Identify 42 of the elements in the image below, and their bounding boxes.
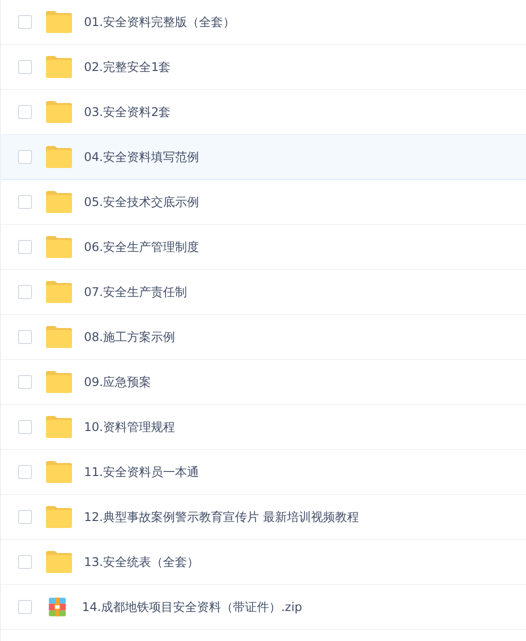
folder-icon	[46, 281, 72, 303]
file-name[interactable]: 07.安全生产责任制	[84, 284, 188, 300]
folder-icon	[46, 191, 72, 213]
checkbox[interactable]	[18, 105, 32, 119]
file-name[interactable]: 09.应急预案	[84, 374, 152, 390]
file-name[interactable]: 08.施工方案示例	[84, 328, 176, 346]
checkbox[interactable]	[18, 465, 32, 479]
file-name[interactable]: 06.安全生产管理制度	[84, 238, 200, 256]
folder-icon	[46, 506, 72, 528]
file-name[interactable]: 12.典型事故案例警示教育宣传片 最新培训视频教程	[84, 508, 359, 526]
folder-icon	[46, 56, 72, 78]
checkbox[interactable]	[18, 240, 32, 254]
folder-icon	[46, 146, 72, 168]
folder-icon	[46, 551, 72, 573]
file-name[interactable]: 04.安全资料填写范例	[84, 148, 200, 166]
checkbox[interactable]	[18, 375, 32, 389]
checkbox[interactable]	[18, 555, 32, 569]
file-name[interactable]: 10.资料管理规程	[84, 418, 176, 436]
file-row[interactable]: 04.安全资料填写范例	[1, 135, 526, 180]
checkbox[interactable]	[18, 195, 32, 209]
checkbox[interactable]	[18, 285, 32, 299]
file-name[interactable]: 03.安全资料2套	[84, 104, 171, 120]
file-name[interactable]: 02.完整安全1套	[84, 58, 171, 76]
file-name[interactable]: 13.安全统表（全套）	[84, 554, 200, 570]
checkbox[interactable]	[18, 150, 32, 164]
folder-icon	[46, 371, 72, 393]
checkbox[interactable]	[18, 600, 32, 614]
checkbox[interactable]	[18, 60, 32, 74]
folder-icon	[46, 11, 72, 33]
checkbox[interactable]	[18, 330, 32, 344]
checkbox[interactable]	[18, 420, 32, 434]
folder-icon	[46, 326, 72, 348]
file-name[interactable]: 11.安全资料员一本通	[84, 464, 200, 480]
file-name[interactable]: 14.成都地铁项目安全资料（带证件）.zip	[82, 598, 302, 616]
folder-icon	[46, 236, 72, 258]
folder-icon	[46, 101, 72, 123]
folder-icon	[46, 416, 72, 438]
file-name[interactable]: 05.安全技术交底示例	[84, 194, 200, 210]
folder-icon	[46, 461, 72, 483]
checkbox[interactable]	[18, 510, 32, 524]
file-name[interactable]: 01.安全资料完整版（全套）	[84, 14, 236, 30]
checkbox[interactable]	[18, 15, 32, 29]
